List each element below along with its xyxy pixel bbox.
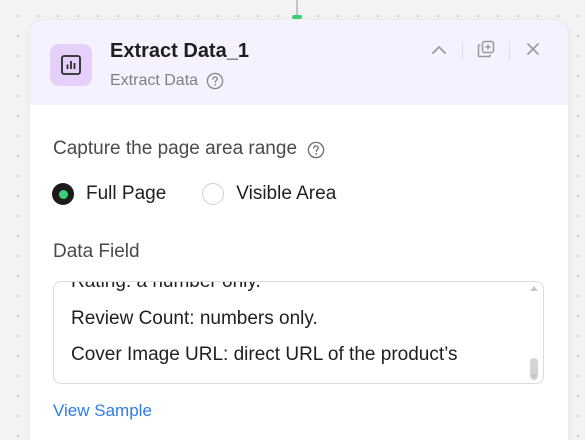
node-subtitle-row: Extract Data	[110, 72, 224, 90]
node-header: Extract Data_1 Extract Data	[30, 20, 568, 105]
help-icon[interactable]	[307, 140, 325, 159]
data-field-textarea[interactable]: Rating: a number only. Review Count: num…	[53, 281, 544, 384]
header-divider	[509, 42, 510, 60]
radio-button[interactable]	[202, 183, 225, 205]
node-title: Extract Data_1	[110, 40, 249, 62]
radio-full-page[interactable]: Full Page	[52, 183, 166, 205]
data-field-text: Rating: a number only. Review Count: num…	[71, 281, 509, 384]
radio-label: Full Page	[86, 183, 167, 204]
copy-add-icon	[477, 40, 495, 63]
chevron-up-icon	[431, 42, 447, 60]
data-field-line: Cover Image URL: direct URL of the produ…	[71, 344, 458, 365]
data-field-line: Review Count: numbers only.	[71, 307, 318, 329]
close-button[interactable]	[520, 40, 546, 62]
scroll-down-arrow-icon[interactable]	[530, 374, 538, 379]
data-field-line: Rating: a number only.	[71, 281, 261, 292]
collapse-button[interactable]	[426, 40, 452, 62]
connector-handle[interactable]	[292, 15, 302, 19]
radio-label: Visible Area	[236, 183, 337, 204]
view-sample-link[interactable]: View Sample	[53, 401, 152, 421]
bar-chart-icon	[50, 44, 92, 86]
data-field-line: main card image.	[71, 374, 509, 384]
connector-line	[296, 0, 298, 16]
node-subtitle: Extract Data	[110, 72, 199, 89]
extract-data-node-card: Extract Data_1 Extract Data Capture the …	[30, 20, 568, 440]
radio-button-selected[interactable]	[52, 183, 74, 205]
capture-range-label-row: Capture the page area range	[53, 138, 325, 160]
close-icon	[526, 42, 540, 61]
header-actions	[426, 40, 546, 62]
scroll-up-arrow-icon[interactable]	[530, 286, 538, 291]
capture-range-label: Capture the page area range	[53, 138, 298, 159]
duplicate-button[interactable]	[473, 40, 499, 62]
header-divider	[462, 42, 463, 60]
textarea-scrollbar[interactable]	[529, 286, 539, 380]
help-icon[interactable]	[206, 72, 224, 90]
radio-visible-area[interactable]: Visible Area	[202, 183, 336, 205]
data-field-label: Data Field	[53, 241, 140, 262]
capture-range-radio-group: Full Page Visible Area	[52, 183, 372, 205]
